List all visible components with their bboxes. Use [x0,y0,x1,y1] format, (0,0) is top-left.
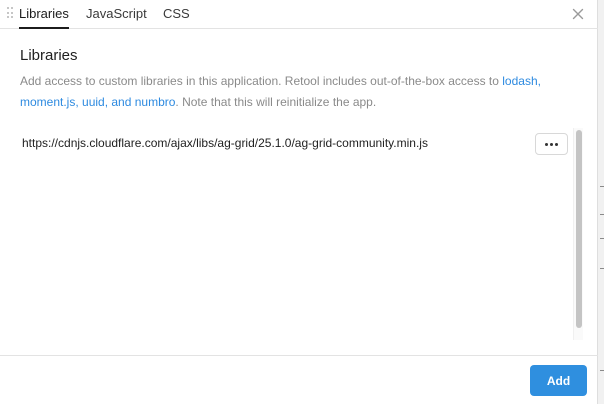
tab-javascript[interactable]: JavaScript [86,0,147,29]
section-title: Libraries [20,47,78,64]
library-url[interactable]: https://cdnjs.cloudflare.com/ajax/libs/a… [22,136,428,150]
scrollbar[interactable] [573,128,583,340]
tab-libraries[interactable]: Libraries [19,0,69,29]
close-icon[interactable] [570,6,586,22]
tab-css[interactable]: CSS [163,0,190,29]
library-list: https://cdnjs.cloudflare.com/ajax/libs/a… [20,128,576,340]
scrollbar-thumb[interactable] [576,130,582,328]
description-suffix: . Note that this will reinitialize the a… [175,95,377,109]
backdrop [598,0,604,404]
link-lodash[interactable]: lodash, [502,74,541,88]
libraries-modal: Libraries JavaScript CSS Libraries Add a… [0,0,598,404]
ellipsis-icon[interactable] [535,133,568,155]
drag-handle-icon[interactable] [7,7,13,19]
add-button[interactable]: Add [530,365,587,396]
tab-bar: Libraries JavaScript CSS [0,0,598,29]
libraries-description: Add access to custom libraries in this a… [20,71,590,113]
link-moment-uuid-numbro[interactable]: moment.js, uuid, and numbro [20,95,175,109]
library-row: https://cdnjs.cloudflare.com/ajax/libs/a… [20,128,570,158]
description-prefix: Add access to custom libraries in this a… [20,74,503,88]
footer-divider [0,355,598,356]
